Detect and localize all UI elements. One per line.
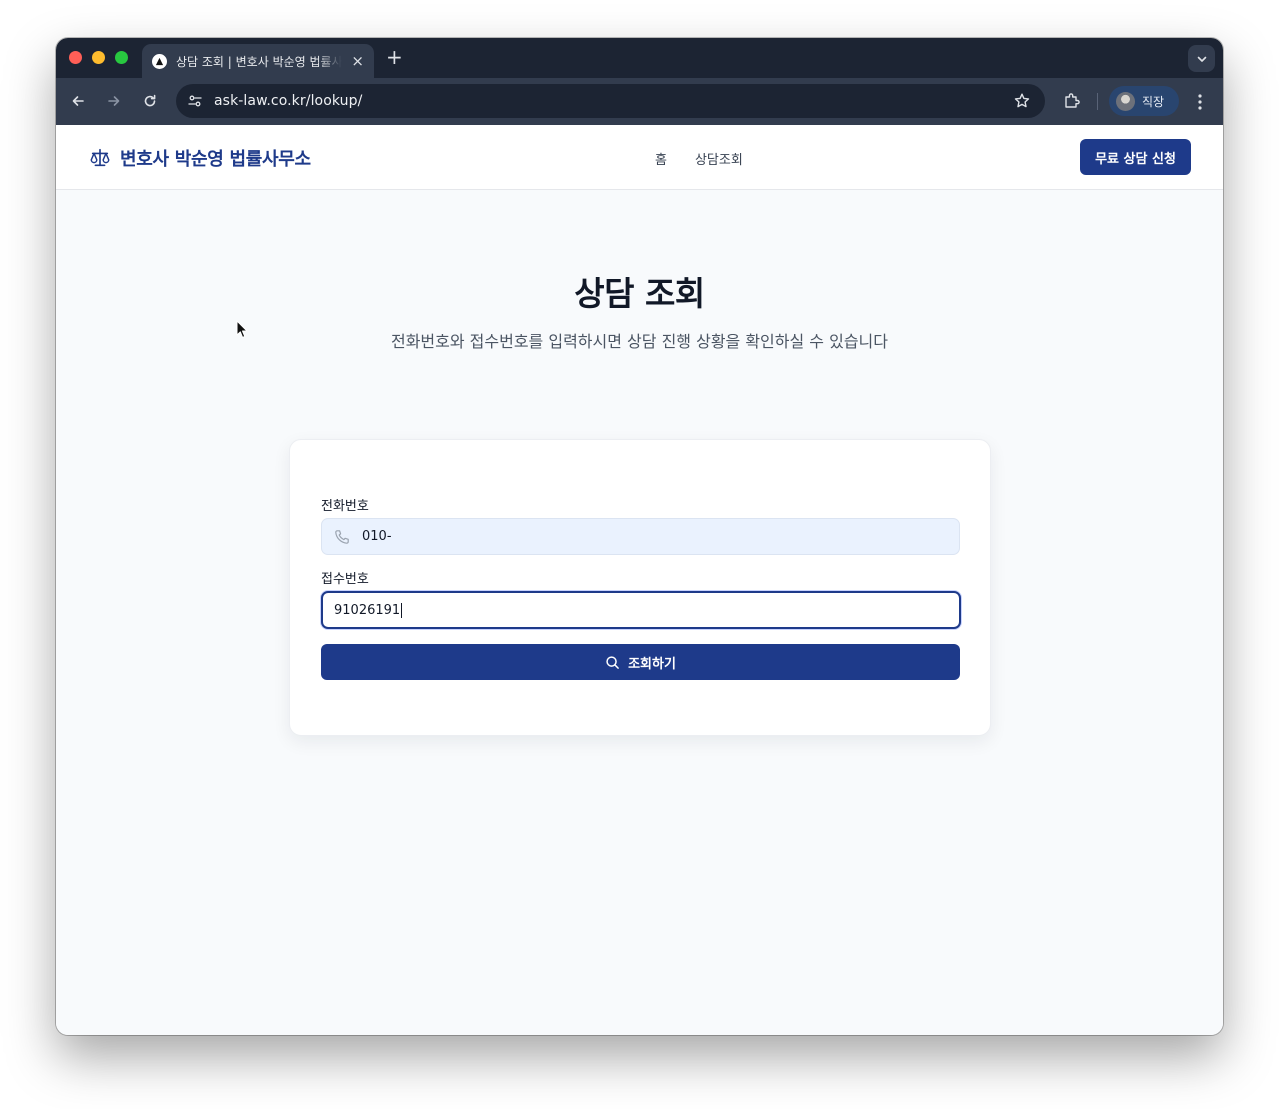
maximize-window-button[interactable] [115,51,128,64]
nav-consultation-lookup[interactable]: 상담조회 [695,149,743,168]
bookmark-star-icon[interactable] [1013,92,1031,110]
more-menu-icon[interactable] [1195,92,1205,112]
site-favicon-icon [152,53,167,69]
close-window-button[interactable] [69,51,82,64]
avatar [1116,91,1135,111]
browser-window: 상담 조회 | 변호사 박순영 법률사무소 × + [56,38,1223,1035]
reload-button[interactable] [141,92,159,110]
brand-link[interactable]: 변호사 박순영 법률사무소 [89,145,311,171]
lookup-submit-label: 조회하기 [628,656,676,672]
new-tab-button[interactable]: + [386,47,403,67]
chevron-down-icon [1197,56,1206,62]
page-subtitle: 전화번호와 접수번호를 입력하시면 상담 진행 상황을 확인하실 수 있습니다 [390,332,888,351]
tab-search-button[interactable] [1188,45,1215,72]
profile-button[interactable]: 직장 [1109,86,1179,116]
receipt-number-value: 91026191 [334,602,401,618]
arrow-left-icon [72,96,84,106]
site-header: 변호사 박순영 법률사무소 홈 상담조회 무료 상담 신청 [56,125,1223,190]
phone-label: 전화번호 [321,499,369,514]
extensions-puzzle-icon[interactable] [1062,91,1082,111]
receipt-number-input[interactable]: 91026191 [321,591,961,629]
site-nav: 홈 상담조회 [655,149,743,168]
tab-close-icon[interactable]: × [351,53,364,69]
profile-name: 직장 [1142,94,1165,109]
reload-icon [144,94,156,107]
site-settings-icon[interactable] [186,92,204,110]
search-icon [606,655,619,669]
browser-tab-active[interactable]: 상담 조회 | 변호사 박순영 법률사무소 × [142,44,374,78]
url-text[interactable]: ask-law.co.kr/lookup/ [214,93,362,109]
web-page: 변호사 박순영 법률사무소 홈 상담조회 무료 상담 신청 상담 조회 전화번호… [56,125,1223,1035]
tab-title: 상담 조회 | 변호사 박순영 법률사무소 [176,54,342,69]
text-caret [401,602,403,618]
free-consultation-button[interactable]: 무료 상담 신청 [1080,139,1191,175]
receipt-number-label: 접수번호 [321,572,369,587]
minimize-window-button[interactable] [92,51,105,64]
brand-name: 변호사 박순영 법률사무소 [120,149,311,170]
phone-input[interactable]: 010- [321,518,960,555]
arrow-right-icon [108,96,120,106]
phone-icon [335,529,349,544]
lookup-submit-button[interactable]: 조회하기 [321,644,960,680]
browser-toolbar: ask-law.co.kr/lookup/ 직장 [56,78,1223,125]
phone-value: 010- [362,529,392,544]
back-button[interactable] [69,92,87,110]
toolbar-divider [1097,93,1098,110]
mouse-pointer-icon [236,320,248,338]
address-bar[interactable]: ask-law.co.kr/lookup/ [176,84,1045,118]
page-title: 상담 조회 [574,274,705,313]
lookup-form-card: 전화번호 010- 접수번호 91026191 조회하기 [289,439,991,736]
scales-of-justice-icon [90,148,110,167]
nav-home[interactable]: 홈 [655,149,667,168]
tab-strip: 상담 조회 | 변호사 박순영 법률사무소 × + [56,38,1223,78]
forward-button[interactable] [105,92,123,110]
